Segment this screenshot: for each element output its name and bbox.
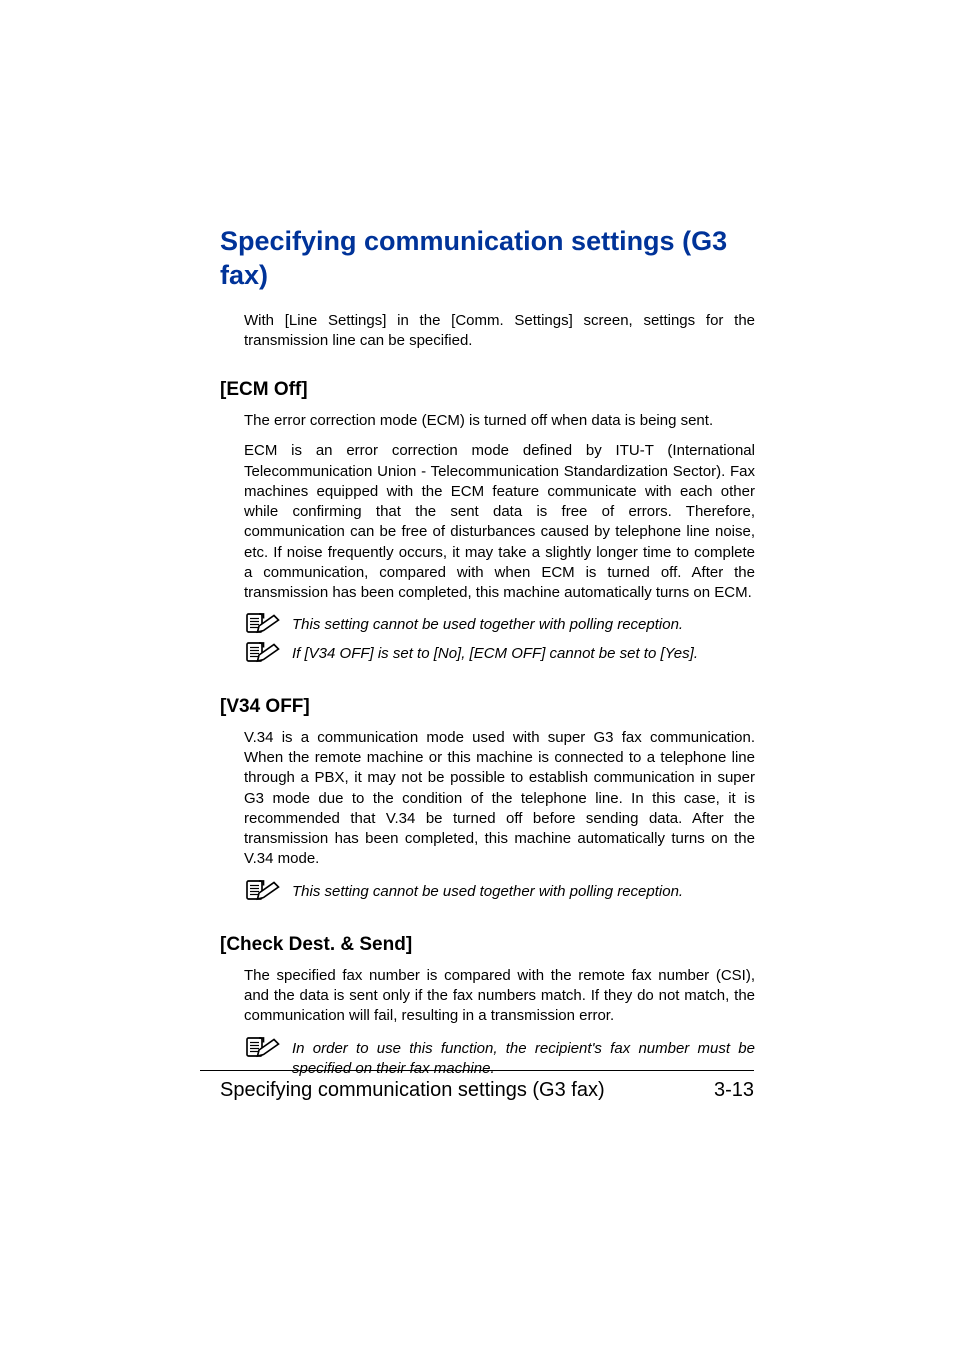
section-heading: [V34 OFF] — [220, 696, 755, 718]
note: This setting cannot be used together wit… — [244, 880, 755, 902]
note: If [V34 OFF] is set to [No], [ECM OFF] c… — [244, 642, 755, 664]
note-icon — [244, 640, 280, 664]
document-page: Specifying communication settings (G3 fa… — [0, 0, 954, 1350]
body-paragraph: The specified fax number is compared wit… — [244, 966, 755, 1027]
page-title: Specifying communication settings (G3 fa… — [220, 225, 755, 293]
note-text: This setting cannot be used together wit… — [292, 880, 683, 902]
body-paragraph: V.34 is a communication mode used with s… — [244, 728, 755, 870]
footer-line: Specifying communication settings (G3 fa… — [220, 1079, 754, 1102]
section-heading: [Check Dest. & Send] — [220, 934, 755, 956]
section-heading: [ECM Off] — [220, 379, 755, 401]
footer-left: Specifying communication settings (G3 fa… — [220, 1079, 605, 1102]
intro-paragraph: With [Line Settings] in the [Comm. Setti… — [244, 311, 755, 352]
note-icon — [244, 878, 280, 902]
note-icon — [244, 611, 280, 635]
footer-right: 3-13 — [714, 1079, 754, 1102]
note-icon — [244, 1035, 280, 1059]
body-paragraph: ECM is an error correction mode defined … — [244, 441, 755, 603]
page-footer: Specifying communication settings (G3 fa… — [200, 1070, 754, 1102]
note-text: If [V34 OFF] is set to [No], [ECM OFF] c… — [292, 642, 698, 664]
body-paragraph: The error correction mode (ECM) is turne… — [244, 411, 755, 431]
footer-rule — [200, 1070, 754, 1071]
note: This setting cannot be used together wit… — [244, 613, 755, 635]
content-area: Specifying communication settings (G3 fa… — [220, 225, 755, 1079]
note-text: This setting cannot be used together wit… — [292, 613, 683, 635]
